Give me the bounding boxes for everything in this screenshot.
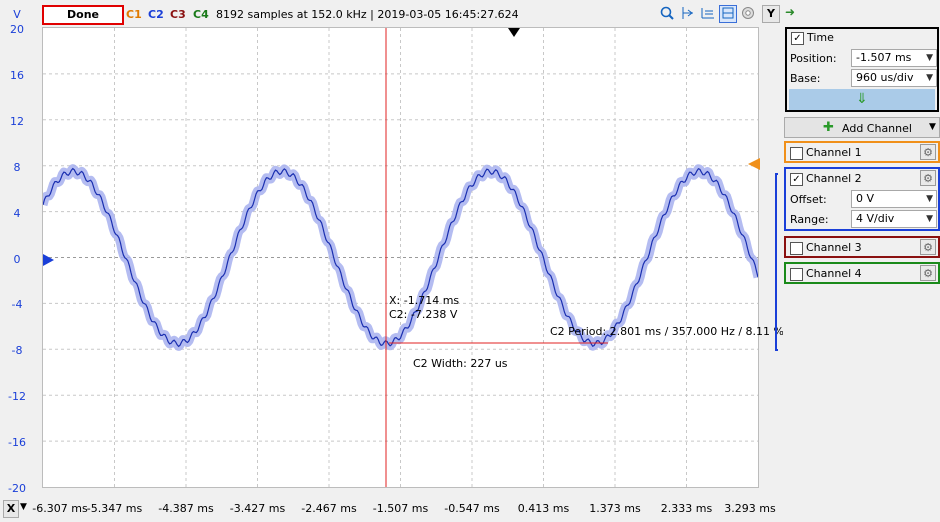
time-section: ✓ Time Position: -1.507 ms ▼ Base: 960 us… [785,27,939,112]
cursor-x-icon[interactable] [680,5,696,21]
cursor-c2-readout: C2: -7.238 V [389,308,458,321]
y-tick-label: 16 [10,68,24,82]
y-unit-label: V [13,8,21,21]
channel-4-label: Channel 4 [806,267,862,280]
x-tick-label: -2.467 ms [301,502,357,515]
channel-2-tag[interactable]: C2 [148,8,164,21]
channel-3-checkbox[interactable] [790,242,803,255]
c2-zero-marker [43,254,54,266]
position-value: -1.507 ms [856,51,912,64]
channel-1-checkbox[interactable] [790,147,803,160]
chevron-down-icon: ▼ [926,53,933,63]
cursor-readout: X: -1.714 ms C2: -7.238 V [389,294,459,322]
base-value: 960 us/div [856,71,914,84]
channel-1-tag[interactable]: C1 [126,8,142,21]
plot-canvas[interactable] [43,28,758,487]
time-label: Time [807,31,834,44]
y-tick-label: -8 [11,344,23,358]
channel-1-settings-icon[interactable]: ⚙ [920,144,936,160]
chevron-down-icon: ▼ [926,214,933,224]
y-tick-label: -16 [8,436,26,450]
x-axis-dropdown-icon[interactable]: ▼ [20,502,27,512]
offset-select[interactable]: 0 V ▼ [851,190,937,208]
offset-value: 0 V [856,192,875,205]
x-tick-label: -6.307 ms [32,502,88,515]
channel-3-section: Channel 3 ⚙ [784,236,940,258]
channel-2-settings-icon[interactable]: ⚙ [920,170,936,186]
range-select[interactable]: 4 V/div ▼ [851,210,937,228]
x-tick-label: 1.373 ms [589,502,641,515]
settings-icon[interactable] [740,5,756,21]
add-channel-label: Add Channel [842,122,912,135]
chevron-down-icon: ▼ [926,194,933,204]
chevron-down-icon: ▼ [926,73,933,83]
y-tick-label: 8 [13,160,21,174]
range-value: 4 V/div [856,212,895,225]
settings-panel: ✓ Time Position: -1.507 ms ▼ Base: 960 us… [783,27,940,522]
y-tick-label: -4 [11,298,23,312]
channel-2-range-bracket [775,173,778,351]
channel-1-level-marker[interactable] [748,158,760,170]
channel-2-checkbox[interactable]: ✓ [790,173,803,186]
measure-icon[interactable] [719,5,737,23]
x-axis-button[interactable]: X [3,500,19,518]
channel-3-settings-icon[interactable]: ⚙ [920,239,936,255]
x-tick-label: 3.293 ms [724,502,776,515]
y-tick-label: -20 [8,482,26,495]
channel-2-label: Channel 2 [806,172,862,185]
cursor-y-icon[interactable] [700,5,716,21]
channel-3-tag[interactable]: C3 [170,8,186,21]
period-readout: C2 Period: 2.801 ms / 357.000 Hz / 8.11 … [550,325,784,338]
x-tick-label: -4.387 ms [158,502,214,515]
channel-2-section: ✓ Channel 2 ⚙ Offset: 0 V ▼ Range: 4 V/di… [784,167,940,231]
position-label: Position: [790,52,837,65]
channel-1-label: Channel 1 [806,146,862,159]
x-tick-label: -1.507 ms [372,502,429,515]
base-select[interactable]: 960 us/div ▼ [851,69,937,87]
status-indicator: Done [42,5,124,25]
y-axis-button[interactable]: Y [762,5,780,23]
y-tick-label: 12 [10,114,24,128]
trigger-time-marker [508,28,520,37]
next-arrow-icon[interactable]: ➜ [785,5,795,19]
width-readout: C2 Width: 227 us [413,357,508,370]
add-channel-button[interactable]: ✚ Add Channel ▼ [784,117,940,138]
x-tick-label: 2.333 ms [660,502,713,515]
base-label: Base: [790,72,821,85]
y-tick-label: -12 [8,390,26,404]
cursor-x-readout: X: -1.714 ms [389,294,460,307]
apply-time-button[interactable]: ⇓ [789,89,935,110]
y-tick-label: 4 [13,206,21,220]
channel-4-checkbox[interactable] [790,268,803,281]
oscilloscope-plot[interactable]: X: -1.714 ms C2: -7.238 V C2 Period: 2.8… [42,27,784,488]
time-checkbox[interactable]: ✓ [791,32,804,45]
y-tick-label: 20 [10,23,24,36]
chevron-down-icon: ▼ [929,122,936,132]
x-tick-label: -3.427 ms [229,502,286,515]
position-select[interactable]: -1.507 ms ▼ [851,49,937,67]
offset-label: Offset: [790,193,827,206]
y-tick-label: 0 [13,252,21,266]
channel-3-label: Channel 3 [806,241,862,254]
x-tick-label: 0.413 ms [517,502,570,515]
zoom-icon[interactable] [659,5,675,21]
x-tick-label: -5.347 ms [86,502,143,515]
acquisition-info: 8192 samples at 152.0 kHz | 2019-03-05 1… [216,8,519,21]
x-tick-label: -0.547 ms [444,502,500,515]
channel-4-tag[interactable]: C4 [193,8,209,21]
channel-1-section: Channel 1 ⚙ [784,141,940,163]
channel-4-settings-icon[interactable]: ⚙ [920,265,936,281]
range-label: Range: [790,213,829,226]
plus-icon: ✚ [823,120,834,135]
channel-4-section: Channel 4 ⚙ [784,262,940,284]
